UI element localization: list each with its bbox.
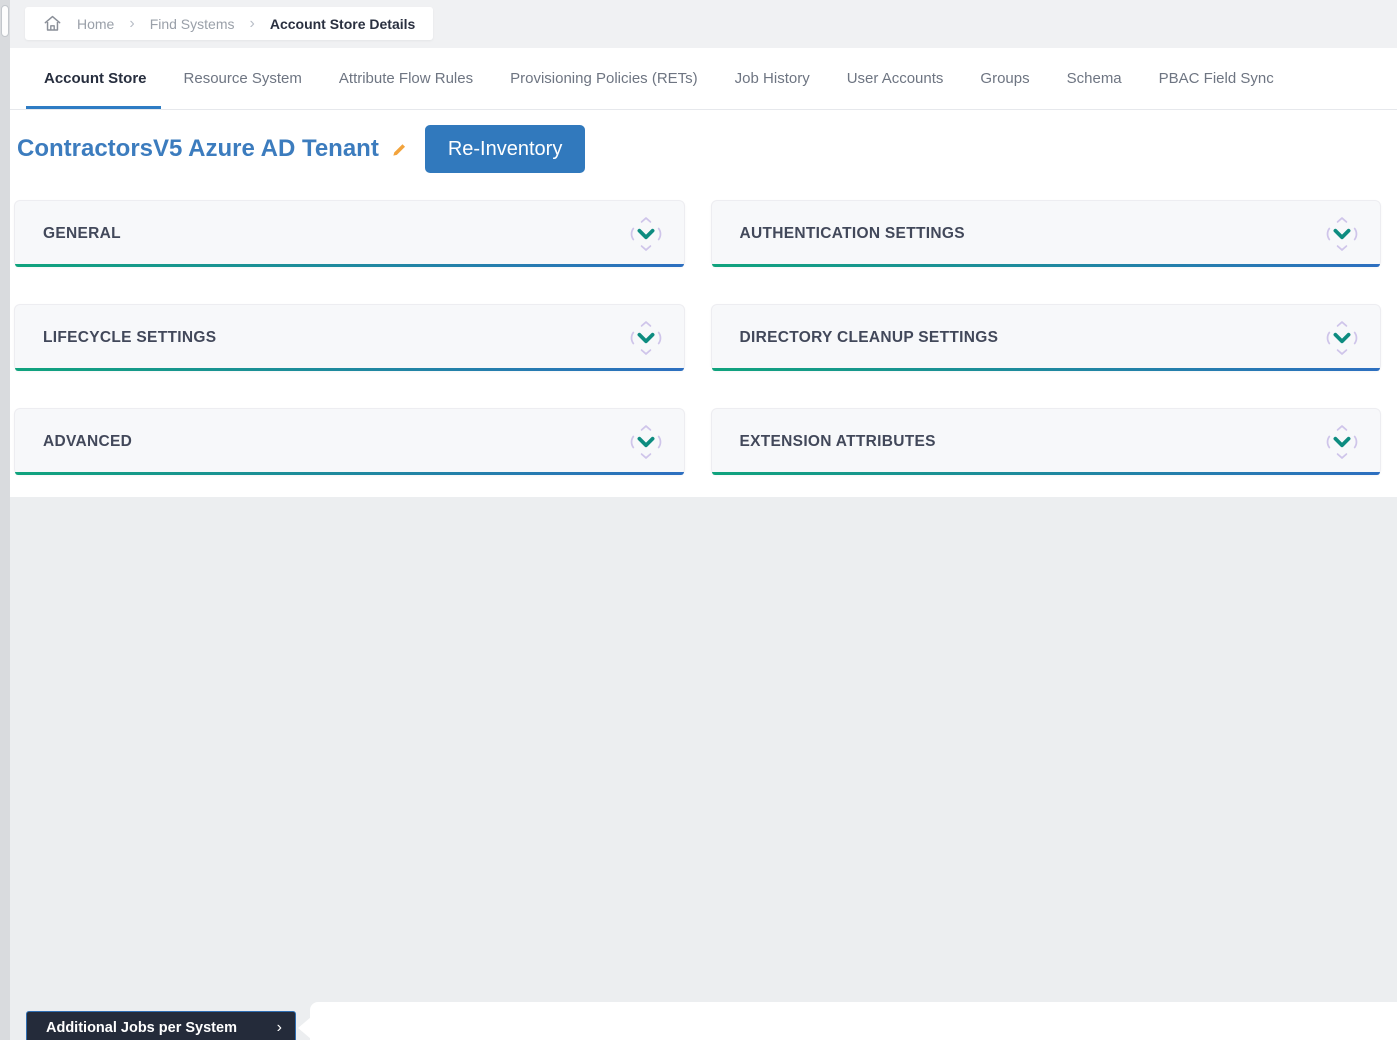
breadcrumb: Home › Find Systems › Account Store Details bbox=[25, 7, 433, 40]
breadcrumb-separator-icon: › bbox=[250, 15, 255, 33]
top-strip: Home › Find Systems › Account Store Details bbox=[10, 0, 1397, 48]
chevron-down-icon[interactable] bbox=[1320, 208, 1364, 260]
panel-directory-cleanup-settings[interactable]: DIRECTORY CLEANUP SETTINGS bbox=[711, 304, 1382, 371]
chevron-down-icon[interactable] bbox=[624, 208, 668, 260]
tab-job-history[interactable]: Job History bbox=[735, 48, 810, 109]
tab-attribute-flow-rules[interactable]: Attribute Flow Rules bbox=[339, 48, 473, 109]
tab-bar: Account Store Resource System Attribute Fl… bbox=[10, 48, 1397, 110]
settings-panels: GENERAL AUTHENTICATION SETTINGS LIFECYCL… bbox=[14, 200, 1381, 475]
page-title: ContractorsV5 Azure AD Tenant bbox=[17, 135, 379, 163]
chevron-down-icon[interactable] bbox=[624, 312, 668, 364]
jobs-content-panel: ▼ ›Search + Display NameJob NameJob Desc… bbox=[310, 1002, 1397, 1040]
panel-authentication-settings[interactable]: AUTHENTICATION SETTINGS bbox=[711, 200, 1382, 267]
scrollbar-thumb[interactable] bbox=[1, 5, 9, 37]
breadcrumb-item-find-systems[interactable]: Find Systems bbox=[150, 16, 235, 32]
panel-advanced[interactable]: ADVANCED bbox=[14, 408, 685, 475]
breadcrumb-item-home[interactable]: Home bbox=[77, 16, 114, 32]
panel-lifecycle-settings[interactable]: LIFECYCLE SETTINGS bbox=[14, 304, 685, 371]
tab-user-accounts[interactable]: User Accounts bbox=[847, 48, 944, 109]
panel-title: AUTHENTICATION SETTINGS bbox=[712, 225, 965, 243]
additional-jobs-label: Additional Jobs per System bbox=[46, 1020, 237, 1036]
breadcrumb-separator-icon: › bbox=[129, 15, 134, 33]
re-inventory-button[interactable]: Re-Inventory bbox=[425, 125, 586, 173]
panel-title: ADVANCED bbox=[15, 433, 132, 451]
panel-title: DIRECTORY CLEANUP SETTINGS bbox=[712, 329, 999, 347]
edit-pencil-icon[interactable] bbox=[391, 141, 408, 158]
title-row: ContractorsV5 Azure AD Tenant Re-Invento… bbox=[17, 125, 585, 173]
panel-pointer-arrow bbox=[298, 1017, 311, 1039]
chevron-down-icon[interactable] bbox=[1320, 312, 1364, 364]
panel-title: LIFECYCLE SETTINGS bbox=[15, 329, 216, 347]
tab-schema[interactable]: Schema bbox=[1067, 48, 1122, 109]
tab-resource-system[interactable]: Resource System bbox=[184, 48, 302, 109]
panel-title: GENERAL bbox=[15, 225, 121, 243]
breadcrumb-item-account-store-details[interactable]: Account Store Details bbox=[270, 16, 415, 32]
panel-title: EXTENSION ATTRIBUTES bbox=[712, 433, 936, 451]
breadcrumb-items: Home › Find Systems › Account Store Details bbox=[77, 15, 415, 33]
panel-extension-attributes[interactable]: EXTENSION ATTRIBUTES bbox=[711, 408, 1382, 475]
tab-groups[interactable]: Groups bbox=[980, 48, 1029, 109]
additional-jobs-button[interactable]: Additional Jobs per System › bbox=[26, 1011, 296, 1040]
account-store-details-page: Home›Find Systems›Account Store Details … bbox=[0, 0, 1397, 1040]
panel-general[interactable]: GENERAL bbox=[14, 200, 685, 267]
tab-account-store[interactable]: Account Store bbox=[44, 48, 147, 109]
chevron-down-icon[interactable] bbox=[1320, 416, 1364, 468]
jobs-section: ▼ ›Search + Display NameJob NameJob Desc… bbox=[10, 497, 1397, 1040]
chevron-down-icon[interactable] bbox=[624, 416, 668, 468]
tab-pbac-field-sync[interactable]: PBAC Field Sync bbox=[1159, 48, 1274, 109]
tab-provisioning-policies-rets[interactable]: Provisioning Policies (RETs) bbox=[510, 48, 698, 109]
home-icon[interactable] bbox=[43, 14, 62, 33]
left-scrollbar[interactable] bbox=[0, 0, 10, 1040]
chevron-right-icon: › bbox=[277, 1019, 282, 1037]
